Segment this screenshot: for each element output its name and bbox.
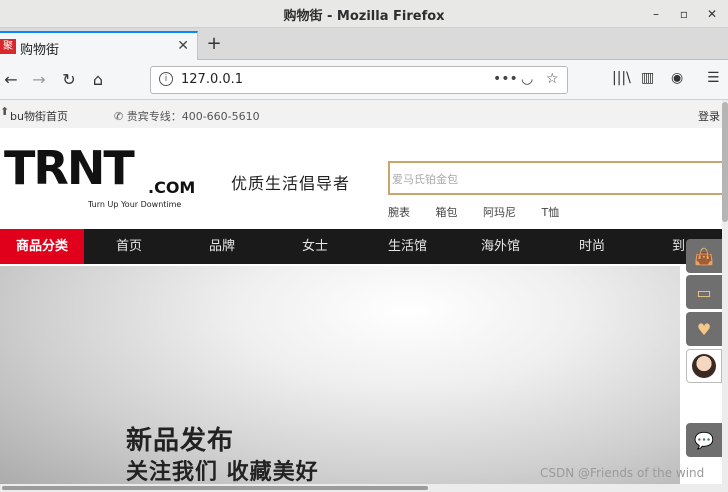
banner-headline: 新品发布 [126, 426, 235, 456]
url-bar[interactable]: i 127.0.0.1 ••• ◡ ☆ [150, 66, 568, 94]
nav-item-fashion[interactable]: 时尚 [579, 229, 605, 264]
logo-letter: T [103, 141, 134, 195]
pocket-icon[interactable]: ◡ [521, 71, 533, 87]
url-text[interactable]: 127.0.0.1 [181, 72, 243, 87]
logo-letter: R [33, 141, 68, 195]
main-navigation: 商品分类 首页 品牌 女士 生活馆 海外馆 时尚 到 [0, 229, 728, 264]
nav-item-lifestyle[interactable]: 生活馆 [388, 229, 427, 264]
csdn-watermark: CSDN @Friends of the wind [540, 466, 705, 480]
site-logo[interactable]: T R N T .COM Turn Up Your Downtime [0, 100, 210, 225]
back-button[interactable]: ← [0, 70, 22, 90]
hot-search-words: 腕表 箱包 阿玛尼 T恤 [388, 204, 581, 220]
vertical-scrollbar[interactable] [722, 100, 728, 492]
horizontal-scroll-thumb[interactable] [2, 486, 428, 490]
hamburger-menu-icon[interactable]: ☰ [707, 70, 720, 86]
logo-letter: N [66, 141, 105, 195]
close-window-button[interactable]: ✕ [702, 4, 722, 24]
bag-icon[interactable]: 👜 [686, 239, 722, 273]
horizontal-scrollbar[interactable] [0, 484, 728, 492]
reload-button[interactable]: ↻ [58, 70, 80, 90]
new-tab-button[interactable]: + [204, 33, 224, 55]
window-title: 购物街 - Mozilla Firefox [283, 9, 445, 24]
search-placeholder: 爱马氏铂金包 [392, 173, 458, 186]
tab-active[interactable]: 聚 购物街 ✕ [0, 31, 198, 60]
heart-icon[interactable]: ♥ [686, 312, 722, 346]
avatar-image [692, 354, 716, 378]
wechat-icon[interactable]: 💬 [686, 423, 722, 457]
account-icon[interactable]: ◉ [671, 70, 683, 86]
navigation-toolbar: ← → ↻ ⌂ i 127.0.0.1 ••• ◡ ☆ |||\ ▥ ◉ ☰ [0, 60, 728, 100]
logo-com: .COM [148, 178, 196, 197]
nav-item-home[interactable]: 首页 [116, 229, 142, 264]
nav-item-brand[interactable]: 品牌 [209, 229, 235, 264]
forward-button[interactable]: → [28, 70, 50, 90]
tab-close-icon[interactable]: ✕ [177, 38, 189, 54]
hot-word-link[interactable]: 箱包 [436, 206, 458, 219]
avatar[interactable] [686, 349, 722, 383]
search-input[interactable]: 爱马氏铂金包 [388, 161, 728, 195]
hot-word-link[interactable]: T恤 [542, 206, 560, 219]
logo-tagline: Turn Up Your Downtime [88, 200, 182, 209]
site-slogan: 优质生活倡导者 [231, 174, 351, 193]
window-title-bar: 购物街 - Mozilla Firefox – ▫ ✕ [0, 0, 728, 28]
banner-subheadline: 关注我们 收藏美好 [126, 459, 319, 485]
bookmark-star-icon[interactable]: ☆ [546, 71, 559, 87]
sidebar-toggle-icon[interactable]: ▥ [641, 70, 654, 86]
login-link[interactable]: 登录 [698, 108, 720, 124]
category-menu-button[interactable]: 商品分类 [0, 229, 84, 264]
nav-item-overseas[interactable]: 海外馆 [481, 229, 520, 264]
site-info-icon[interactable]: i [159, 72, 173, 86]
maximize-button[interactable]: ▫ [674, 4, 694, 24]
tab-strip: 聚 购物街 ✕ [0, 28, 728, 60]
minimize-button[interactable]: – [646, 4, 666, 24]
page-actions-icon[interactable]: ••• [493, 71, 518, 87]
site-favicon-icon: 聚 [0, 39, 16, 54]
web-page: ⬆ bu物街首页 ✆ 贵宾专线：400-660-5610 登录 T R N T … [0, 100, 728, 492]
library-icon[interactable]: |||\ [612, 70, 631, 86]
hero-banner[interactable]: 新品发布 关注我们 收藏美好 [0, 266, 680, 492]
nav-item-more[interactable]: 到 [672, 229, 685, 264]
nav-item-women[interactable]: 女士 [302, 229, 328, 264]
home-button[interactable]: ⌂ [87, 70, 109, 90]
logo-letter: T [4, 141, 35, 195]
card-icon[interactable]: ▭ [686, 275, 722, 309]
tab-title: 购物街 [20, 43, 60, 58]
vertical-scroll-thumb[interactable] [722, 102, 728, 222]
hot-word-link[interactable]: 阿玛尼 [483, 206, 516, 219]
hot-word-link[interactable]: 腕表 [388, 206, 410, 219]
